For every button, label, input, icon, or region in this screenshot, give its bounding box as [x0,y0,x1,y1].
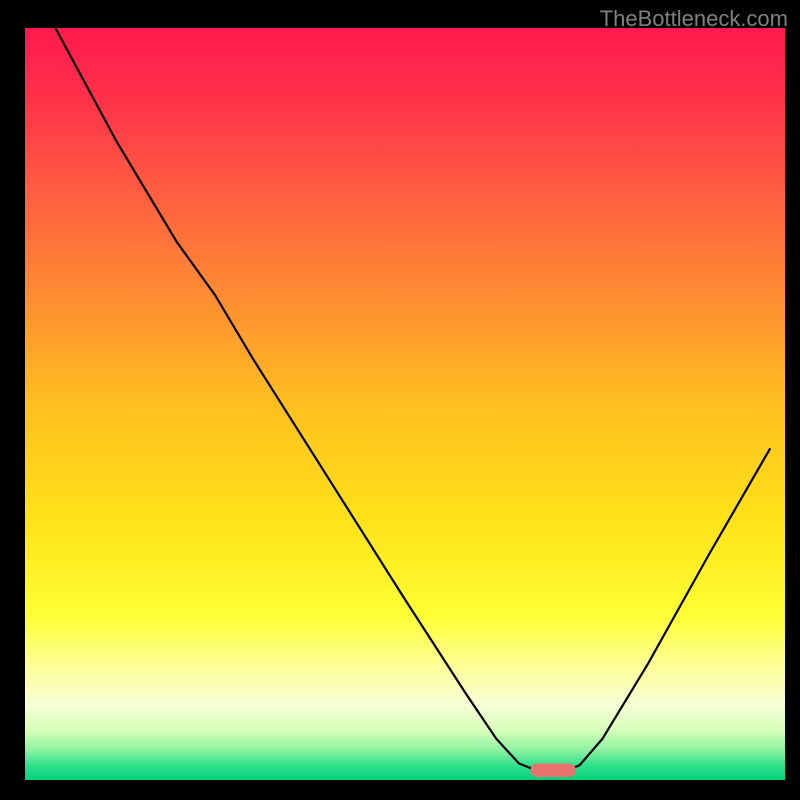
chart-svg [0,0,800,800]
sweet-spot-marker [530,763,576,777]
watermark-label: TheBottleneck.com [600,6,788,32]
chart-container: TheBottleneck.com [0,0,800,800]
plot-background [25,28,785,780]
